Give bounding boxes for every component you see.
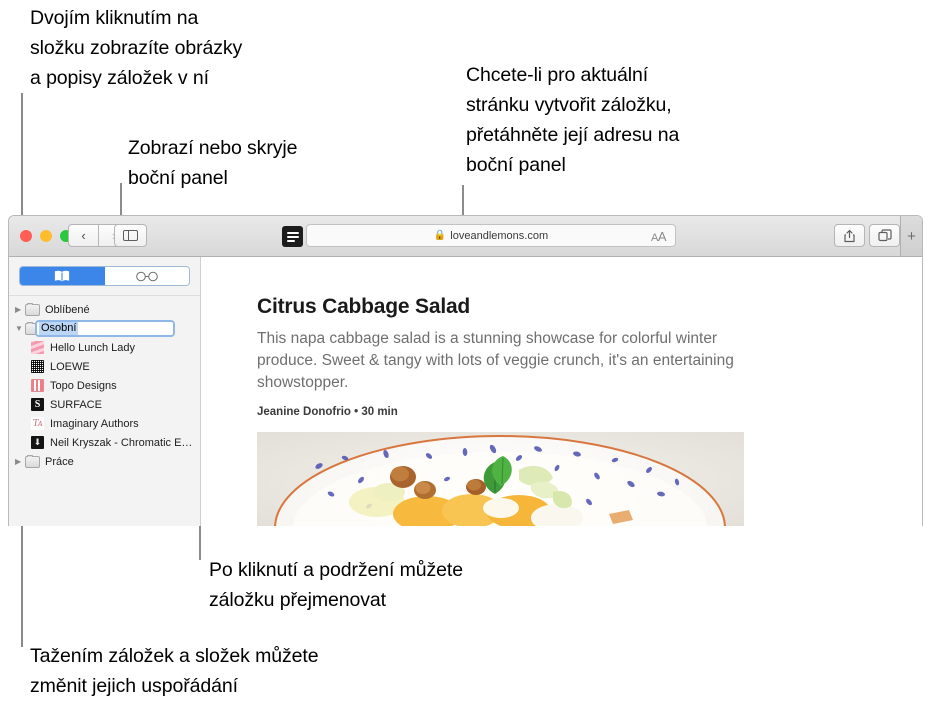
- folder-label: Oblíbené: [45, 303, 90, 316]
- minimize-button[interactable]: [40, 230, 52, 242]
- bookmark-neil-kryszak[interactable]: ⬇ Neil Kryszak - Chromatic E…: [9, 433, 200, 452]
- tab-overview-icon: [877, 229, 892, 242]
- disclosure-triangle-icon[interactable]: ▶: [15, 305, 25, 314]
- sidebar-segmented-control: [19, 266, 190, 286]
- address-bar[interactable]: 🔒 loveandlemons.com AA: [306, 224, 676, 247]
- back-button[interactable]: ‹: [68, 224, 99, 247]
- favicon-loewe: [31, 360, 44, 373]
- bookmark-label: Neil Kryszak - Chromatic E…: [50, 436, 193, 449]
- article-byline: Jeanine Donofrio • 30 min: [257, 406, 398, 418]
- share-button[interactable]: [834, 224, 865, 247]
- tab-overview-button[interactable]: [869, 224, 900, 247]
- lock-icon: 🔒: [433, 230, 447, 241]
- close-button[interactable]: [20, 230, 32, 242]
- favicon-topo-designs: [31, 379, 44, 392]
- bookmark-label: LOEWE: [50, 360, 90, 373]
- bookmark-imaginary-authors[interactable]: Ƭᴀ Imaginary Authors: [9, 414, 200, 433]
- sidebar-folder-osobni[interactable]: ▼ Osobní: [9, 319, 200, 338]
- favicon-surface: S: [31, 398, 44, 411]
- rename-input[interactable]: Osobní: [35, 320, 175, 337]
- sidebar-folder-oblibene[interactable]: ▶ Oblíbené: [9, 300, 200, 319]
- bookmarks-sidebar: ▶ Oblíbené ▼ Osobní Hello Lunch Lady LOE…: [9, 257, 201, 526]
- safari-window: ‹ › 🔒 loveandlemons.com AA +: [8, 215, 923, 526]
- annotation-reorder-bookmarks: Tažením záložek a složek můžete změnit j…: [30, 645, 319, 697]
- favicon-hello-lunch-lady: [31, 341, 44, 354]
- bookmark-label: SURFACE: [50, 398, 102, 411]
- annotation-drag-url: Chcete-li pro aktuální stránku vytvořit …: [466, 64, 680, 176]
- article-image: [257, 432, 744, 526]
- window-body: ▶ Oblíbené ▼ Osobní Hello Lunch Lady LOE…: [9, 257, 922, 526]
- bookmark-hello-lunch-lady[interactable]: Hello Lunch Lady: [9, 338, 200, 357]
- glasses-icon: [135, 271, 158, 281]
- favicon-neil-kryszak: ⬇: [31, 436, 44, 449]
- annotation-sidebar-toggle: Zobrazí nebo skryje boční panel: [128, 137, 298, 189]
- bookmark-label: Imaginary Authors: [50, 417, 139, 430]
- folder-label: Práce: [45, 455, 74, 468]
- bookmark-label: Topo Designs: [50, 379, 117, 392]
- article: Citrus Cabbage Salad This napa cabbage s…: [257, 295, 757, 526]
- tab-reading-list[interactable]: [104, 267, 189, 285]
- annotation-folder-doubleclick: Dvojím kliknutím na složku zobrazíte obr…: [30, 7, 243, 89]
- share-icon: [844, 229, 855, 242]
- browser-toolbar: ‹ › 🔒 loveandlemons.com AA +: [9, 216, 922, 257]
- bookmark-topo-designs[interactable]: Topo Designs: [9, 376, 200, 395]
- bookmarks-list: ▶ Oblíbené ▼ Osobní Hello Lunch Lady LOE…: [9, 295, 200, 471]
- bookmark-surface[interactable]: S SURFACE: [9, 395, 200, 414]
- disclosure-triangle-icon[interactable]: ▼: [15, 324, 25, 333]
- disclosure-triangle-icon[interactable]: ▶: [15, 457, 25, 466]
- tab-bookmarks[interactable]: [20, 267, 105, 285]
- reader-view-icon[interactable]: [282, 226, 303, 247]
- bookmark-loewe[interactable]: LOEWE: [9, 357, 200, 376]
- salad-photo: [257, 432, 744, 526]
- folder-icon: [25, 302, 40, 316]
- article-description: This napa cabbage salad is a stunning sh…: [257, 330, 734, 391]
- new-tab-button[interactable]: +: [900, 216, 922, 256]
- favicon-imaginary-authors: Ƭᴀ: [31, 417, 44, 430]
- sidebar-folder-prace[interactable]: ▶ Práce: [9, 452, 200, 471]
- bookmark-label: Hello Lunch Lady: [50, 341, 136, 354]
- window-controls: [20, 230, 72, 242]
- folder-icon: [25, 454, 40, 468]
- page-content: Citrus Cabbage Salad This napa cabbage s…: [201, 257, 922, 526]
- url-text: loveandlemons.com: [450, 229, 549, 242]
- sidebar-icon: [123, 230, 138, 241]
- book-icon: [55, 270, 70, 282]
- annotation-rename-bookmark: Po kliknutí a podržení můžete záložku př…: [209, 559, 463, 611]
- text-size-button[interactable]: AA: [651, 229, 667, 244]
- rename-input-value: Osobní: [39, 322, 79, 335]
- sidebar-toggle-button[interactable]: [114, 224, 147, 247]
- article-title: Citrus Cabbage Salad: [257, 295, 471, 318]
